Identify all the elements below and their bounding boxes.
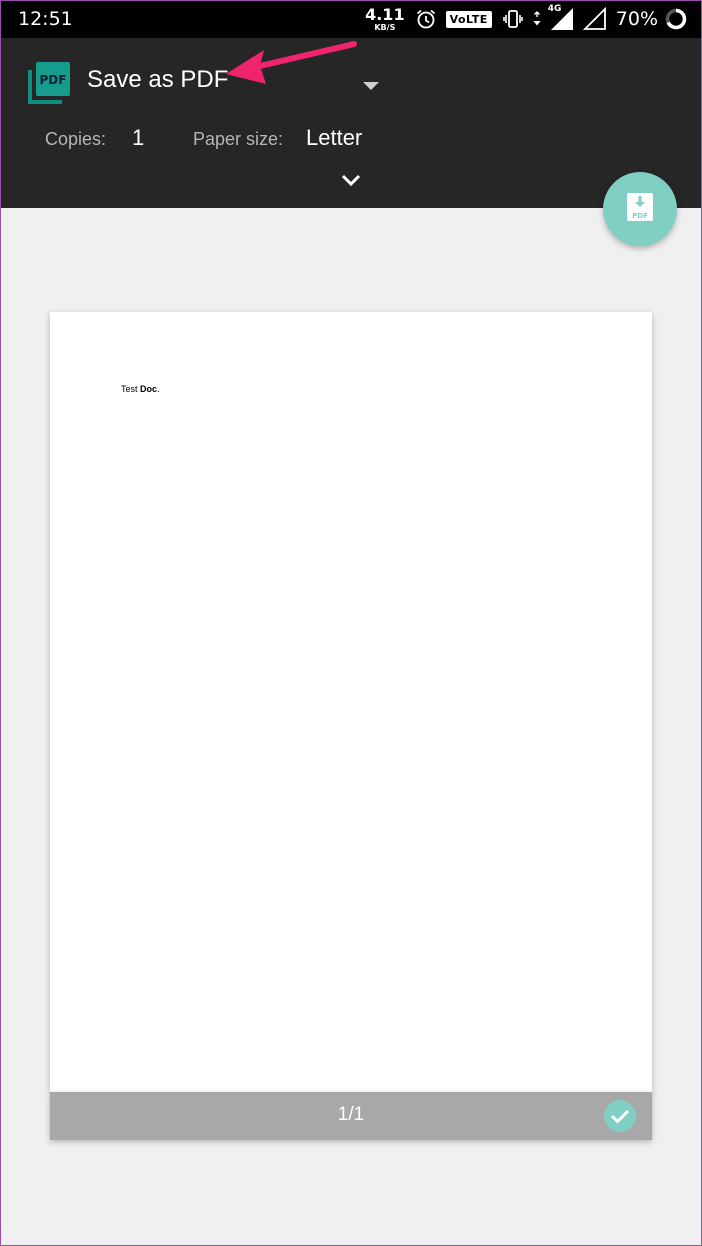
copies-label: Copies:	[45, 129, 107, 149]
fab-pdf-text: PDF	[632, 212, 648, 220]
page-selected-check-icon[interactable]	[604, 1100, 636, 1132]
printer-dropdown-icon[interactable]	[362, 76, 380, 95]
paper-size-select[interactable]: Letter	[306, 125, 362, 151]
volte-badge: VoLTE	[445, 10, 492, 28]
download-pdf-button[interactable]: PDF	[603, 172, 677, 246]
paper-size-label: Paper size:	[193, 129, 284, 149]
document-text: Test Doc.	[121, 384, 160, 394]
network-type-label: 4G	[547, 4, 562, 14]
page-preview[interactable]: Test Doc.	[50, 312, 652, 1092]
copies-input[interactable]: 1	[132, 125, 144, 151]
network-speed-value: 4.11	[365, 4, 405, 24]
status-time: 12:51	[18, 8, 73, 30]
network-speed-unit: KB/S	[374, 22, 396, 32]
doc-text-normal: Test	[121, 384, 141, 394]
vibrate-icon	[502, 8, 524, 30]
doc-text-end: .	[157, 384, 160, 394]
pdf-icon-text: PDF	[40, 73, 67, 87]
expand-options-chevron-icon[interactable]	[340, 172, 362, 191]
network-speed: 4.11 KB/S	[365, 4, 405, 32]
page-indicator: 1/1	[337, 1104, 365, 1125]
battery-percent: 70%	[615, 8, 658, 30]
status-bar: 12:51 4.11 KB/S VoLTE 4G 70%	[0, 0, 702, 38]
status-icons: 4.11 KB/S VoLTE 4G 70%	[365, 4, 688, 34]
download-pdf-icon: PDF	[626, 192, 654, 226]
signal-icon	[582, 7, 607, 31]
page-preview-footer: 1/1	[50, 1092, 652, 1140]
pdf-printer-icon: PDF	[28, 60, 72, 104]
battery-icon	[664, 7, 688, 31]
annotation-arrow-icon	[220, 40, 360, 94]
doc-text-bold: Doc	[140, 384, 158, 394]
signal-4g-icon: 4G	[547, 4, 574, 31]
alarm-icon	[415, 8, 437, 30]
printer-select[interactable]: Save as PDF	[87, 66, 228, 94]
data-transfer-icon	[533, 11, 541, 27]
print-options-toolbar: PDF Save as PDF Copies: 1 Paper size: Le…	[0, 38, 702, 208]
